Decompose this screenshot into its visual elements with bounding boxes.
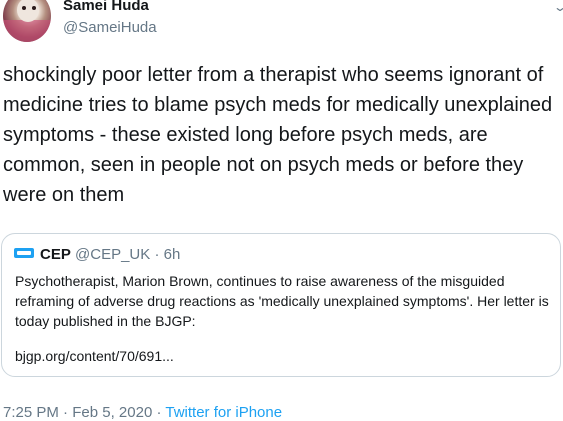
quoted-author-handle[interactable]: @CEP_UK xyxy=(75,246,150,263)
avatar-background xyxy=(3,20,51,42)
quoted-tweet-card[interactable]: CEP @CEP_UK · 6h Psychotherapist, Marion… xyxy=(1,233,561,377)
quoted-tweet-header: CEP @CEP_UK · 6h xyxy=(14,246,180,263)
quoted-author-name[interactable]: CEP xyxy=(40,246,71,263)
quoted-timestamp[interactable]: 6h xyxy=(164,246,181,263)
tweet-time[interactable]: 7:25 PM xyxy=(3,404,59,421)
quoted-tweet-link[interactable]: bjgp.org/content/70/691... xyxy=(15,348,174,364)
author-handle[interactable]: @SameiHuda xyxy=(63,19,157,36)
chevron-down-icon[interactable]: ⌄ xyxy=(553,0,563,14)
tweet-source-link[interactable]: Twitter for iPhone xyxy=(165,404,282,421)
avatar[interactable] xyxy=(3,0,51,42)
tweet-date[interactable]: Feb 5, 2020 xyxy=(72,404,152,421)
quoted-separator: · xyxy=(154,246,160,263)
author-display-name[interactable]: Samei Huda xyxy=(63,0,149,14)
avatar-face xyxy=(17,0,39,22)
tweet-text: shockingly poor letter from a therapist … xyxy=(3,64,553,206)
cep-logo-icon xyxy=(14,248,34,259)
footer-separator-2: · xyxy=(156,404,162,421)
avatar-eye-right xyxy=(32,6,36,10)
quoted-tweet-text: Psychotherapist, Marion Brown, continues… xyxy=(15,273,549,329)
avatar-eye-left xyxy=(22,6,26,10)
tweet-footer: 7:25 PM · Feb 5, 2020 · Twitter for iPho… xyxy=(3,404,282,421)
footer-separator: · xyxy=(63,404,69,421)
